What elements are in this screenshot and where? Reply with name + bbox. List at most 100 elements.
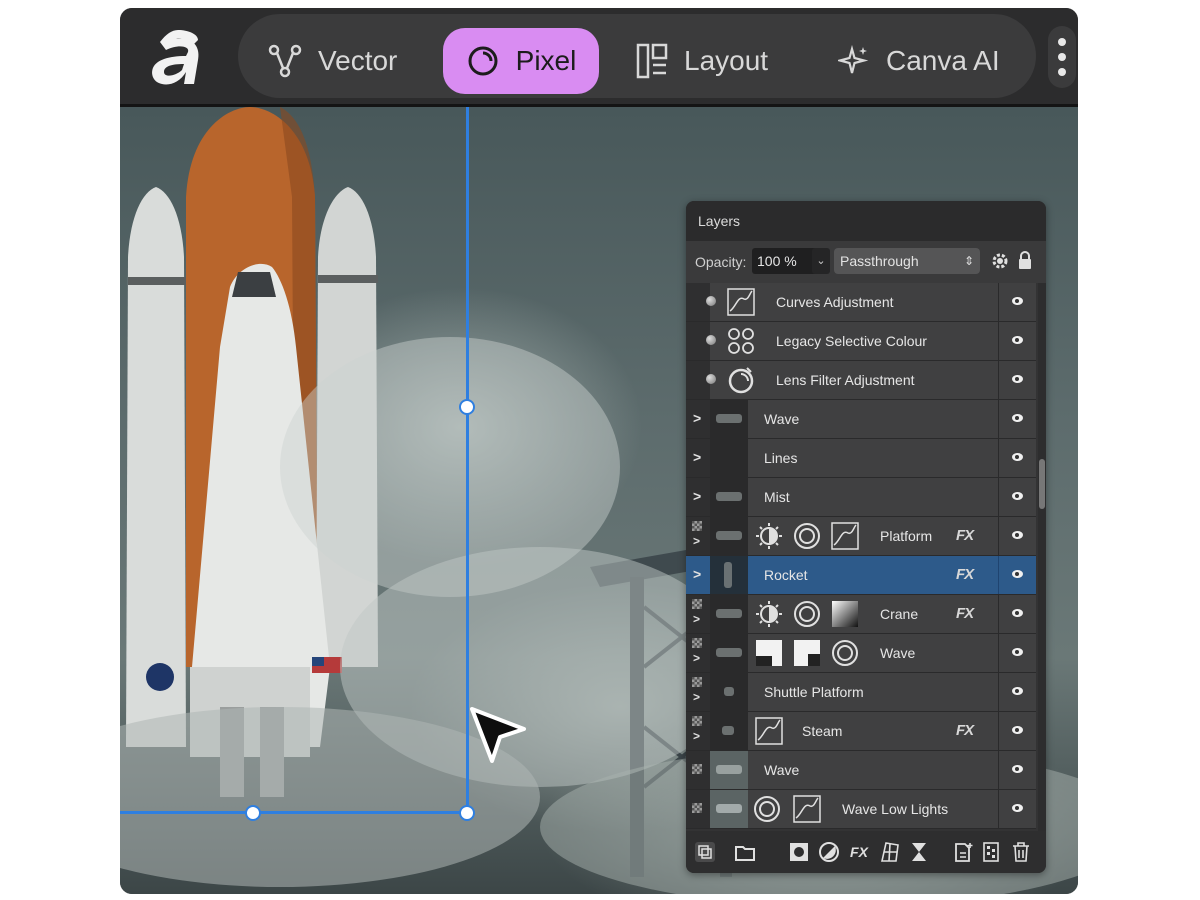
mask-checker-icon — [692, 764, 702, 774]
persona-pixel-label: Pixel — [515, 45, 577, 76]
layer-name: Wave — [880, 645, 916, 661]
layer-row[interactable]: Lens Filter Adjustment — [686, 361, 1036, 400]
adjustment-icon[interactable] — [818, 841, 840, 863]
visibility-eye-icon[interactable] — [998, 751, 1037, 789]
persona-layout[interactable]: Layout — [636, 28, 806, 94]
layers-scrollbar[interactable] — [1038, 283, 1046, 831]
fx-badge[interactable]: FX — [956, 605, 974, 622]
sparkle-icon — [838, 45, 869, 74]
visibility-eye-icon[interactable] — [998, 712, 1037, 750]
selective-colour-icon — [728, 328, 754, 354]
visibility-eye-icon[interactable] — [998, 517, 1037, 555]
curves-icon — [793, 795, 821, 823]
layer-row[interactable]: Curves Adjustment — [686, 283, 1036, 322]
visibility-eye-icon[interactable] — [998, 400, 1037, 438]
lock-icon[interactable] — [1018, 250, 1032, 270]
visibility-eye-icon[interactable] — [998, 673, 1037, 711]
layer-row[interactable]: > Wave — [686, 634, 1036, 673]
layer-options-icon[interactable] — [694, 841, 716, 863]
opacity-dropdown-icon[interactable]: ⌄ — [812, 248, 830, 274]
opacity-row: Opacity: 100 % ⌄ Passthrough ⇕ — [686, 241, 1046, 283]
persona-canva-ai[interactable]: Canva AI — [838, 28, 1028, 94]
layer-row[interactable]: Wave — [686, 751, 1036, 790]
transform-handle-left[interactable] — [245, 805, 261, 821]
fx-badge[interactable]: FX — [956, 566, 974, 583]
visibility-eye-icon[interactable] — [998, 361, 1037, 399]
persona-pixel[interactable]: Pixel — [443, 28, 599, 94]
mask-checker-icon — [692, 716, 702, 726]
trash-icon[interactable] — [1010, 841, 1032, 863]
expand-chevron-icon[interactable]: > — [693, 488, 701, 504]
layer-row[interactable]: > Platform FX — [686, 517, 1036, 556]
layer-row[interactable]: > Shuttle Platform — [686, 673, 1036, 712]
layer-name: Lines — [764, 450, 798, 466]
more-menu-icon[interactable] — [1048, 26, 1076, 88]
pointer-cursor-icon — [470, 707, 526, 763]
vector-node-icon — [268, 44, 302, 78]
layer-name: Rocket — [764, 567, 808, 583]
transform-handle-corner[interactable] — [459, 805, 475, 821]
affinity-logo-icon[interactable] — [148, 26, 204, 88]
layer-thumbnail — [710, 634, 748, 672]
layer-name: Steam — [802, 723, 843, 739]
visibility-eye-icon[interactable] — [998, 322, 1037, 360]
layer-thumbnail — [710, 673, 748, 711]
hourglass-icon[interactable] — [908, 841, 930, 863]
layer-thumbnail — [710, 712, 748, 750]
layer-row[interactable]: > Steam FX — [686, 712, 1036, 751]
expand-chevron-icon[interactable]: > — [693, 690, 700, 704]
expand-chevron-icon[interactable]: > — [693, 729, 700, 743]
fx-badge[interactable]: FX — [956, 527, 974, 544]
layer-row[interactable]: > Lines — [686, 439, 1036, 478]
visibility-eye-icon[interactable] — [998, 439, 1037, 477]
curves-icon — [727, 288, 755, 316]
layer-name: Wave Low Lights — [842, 801, 949, 817]
visibility-eye-icon[interactable] — [998, 790, 1037, 828]
layer-thumbnail — [710, 595, 748, 633]
expand-chevron-icon[interactable]: > — [693, 651, 700, 665]
layer-row[interactable]: Wave Low Lights — [686, 790, 1036, 829]
expand-chevron-icon[interactable]: > — [693, 534, 700, 548]
lens-filter-icon — [728, 367, 754, 394]
mask-checker-icon — [692, 803, 702, 813]
expand-chevron-icon[interactable]: > — [693, 449, 701, 465]
mask-icon — [794, 640, 820, 666]
layer-thumbnail — [710, 517, 748, 555]
visibility-eye-icon[interactable] — [998, 478, 1037, 516]
persona-canva-ai-label: Canva AI — [886, 45, 1000, 76]
transform-handle-top[interactable] — [459, 399, 475, 415]
layer-thumbnail — [710, 400, 748, 438]
gradient-mask-icon — [832, 601, 858, 627]
brightness-icon — [756, 601, 782, 627]
mask-checker-icon — [692, 521, 702, 531]
visibility-eye-icon[interactable] — [998, 283, 1037, 321]
expand-chevron-icon[interactable]: > — [693, 410, 701, 426]
layers-list[interactable]: Curves Adjustment Legacy Selective Colou… — [686, 283, 1046, 831]
layer-row[interactable]: > Wave — [686, 400, 1036, 439]
layer-name: Mist — [764, 489, 790, 505]
folder-icon[interactable] — [734, 841, 756, 863]
visibility-eye-icon[interactable] — [998, 556, 1037, 594]
add-layer-icon[interactable] — [952, 841, 974, 863]
mesh-warp-icon[interactable] — [878, 841, 900, 863]
layer-row-selected[interactable]: > Rocket FX — [686, 556, 1036, 595]
opacity-label: Opacity: — [695, 254, 747, 270]
fx-badge[interactable]: FX — [956, 722, 974, 739]
layer-row[interactable]: > Mist — [686, 478, 1036, 517]
layer-row[interactable]: > Crane FX — [686, 595, 1036, 634]
mask-layer-icon[interactable] — [788, 841, 810, 863]
fx-icon[interactable]: FX — [848, 841, 870, 863]
expand-chevron-icon[interactable]: > — [693, 612, 700, 626]
pixel-layer-icon[interactable] — [980, 841, 1002, 863]
visibility-eye-icon[interactable] — [998, 595, 1037, 633]
persona-vector[interactable]: Vector — [268, 28, 428, 94]
expand-chevron-icon[interactable]: > — [693, 566, 701, 582]
gear-icon[interactable] — [990, 251, 1010, 271]
visibility-eye-icon[interactable] — [998, 634, 1037, 672]
blend-mode-value: Passthrough — [840, 253, 919, 269]
lens-filter-icon — [794, 601, 820, 627]
blend-mode-select[interactable]: Passthrough ⇕ — [834, 248, 980, 274]
adjustment-dot-icon — [706, 335, 716, 345]
layer-row[interactable]: Legacy Selective Colour — [686, 322, 1036, 361]
pixel-circle-icon — [468, 46, 498, 76]
